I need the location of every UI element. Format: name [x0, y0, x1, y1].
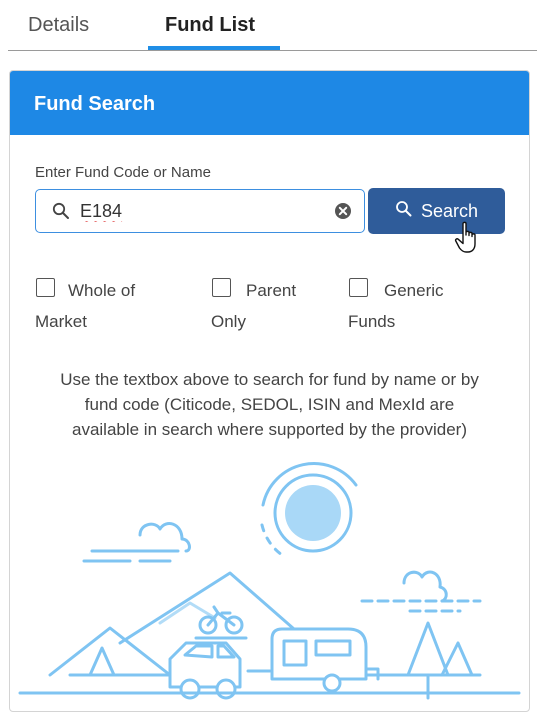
panel-title: Fund Search [10, 71, 529, 135]
help-line: available in search where supported by t… [71, 420, 467, 439]
travel-illustration [18, 462, 521, 700]
clear-icon[interactable] [334, 202, 352, 225]
checkbox-label: Only [211, 312, 246, 331]
search-label: Enter Fund Code or Name [35, 164, 211, 181]
checkbox-label: Whole of [68, 281, 136, 300]
checkbox-label: Generic [384, 281, 444, 300]
fund-search-panel: Fund Search Enter Fund Code or Name Sear… [9, 70, 530, 712]
search-icon [52, 202, 70, 225]
help-line: fund code (Citicode, SEDOL, ISIN and Mex… [84, 395, 455, 414]
search-input[interactable] [80, 198, 330, 224]
tab-bar: Details Fund List [0, 0, 537, 52]
tab-fund-list[interactable]: Fund List [165, 14, 255, 37]
search-button-icon [395, 200, 413, 223]
tab-details[interactable]: Details [28, 14, 89, 37]
tab-divider [8, 50, 537, 51]
search-button[interactable]: Search [368, 188, 505, 234]
hand-pointer-icon [454, 221, 482, 260]
checkbox-box[interactable] [349, 278, 368, 297]
search-field[interactable] [35, 189, 365, 233]
help-text: Use the textbox above to search for fund… [20, 367, 519, 442]
search-button-label: Search [420, 200, 479, 221]
checkbox-label: Funds [348, 312, 396, 331]
checkbox-label: Market [35, 312, 87, 331]
checkbox-box[interactable] [212, 278, 231, 297]
checkbox-label: Parent [246, 281, 297, 300]
help-line: Use the textbox above to search for fund… [60, 370, 479, 389]
checkbox-box[interactable] [36, 278, 55, 297]
